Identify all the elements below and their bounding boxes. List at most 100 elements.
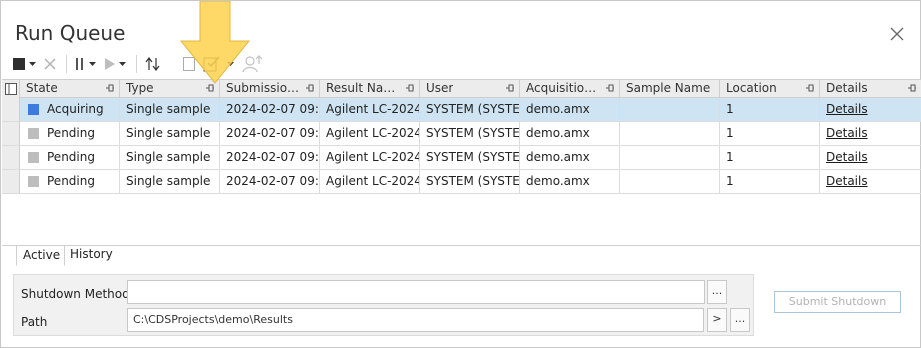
column-header-type[interactable]: Type xyxy=(120,80,220,98)
result-name-cell: Agilent LC-2024-... xyxy=(320,122,420,145)
state-cell: Pending xyxy=(20,122,120,145)
sample-name-cell xyxy=(620,98,720,121)
pause-button[interactable] xyxy=(75,53,96,75)
blank-doc-icon xyxy=(183,57,195,71)
pin-icon[interactable] xyxy=(505,83,515,93)
row-selector[interactable] xyxy=(2,98,20,121)
submission-cell: 2024-02-07 09:50... xyxy=(220,98,320,121)
submit-shutdown-button[interactable]: Submit Shutdown xyxy=(774,291,901,313)
acquisition-cell: demo.amx xyxy=(520,122,620,145)
tab-active[interactable]: Active xyxy=(16,245,65,266)
play-icon xyxy=(105,58,115,70)
checklist-icon xyxy=(203,56,220,72)
location-cell: 1 xyxy=(720,98,820,121)
new-document-button[interactable] xyxy=(183,53,195,75)
row-selector[interactable] xyxy=(2,122,20,145)
pin-icon[interactable] xyxy=(805,83,815,93)
pin-icon[interactable] xyxy=(605,83,615,93)
submission-cell: 2024-02-07 09:50... xyxy=(220,146,320,169)
details-link[interactable]: Details xyxy=(826,102,868,116)
sort-button[interactable] xyxy=(145,53,161,75)
state-cell: Acquiring xyxy=(20,98,120,121)
stop-button[interactable] xyxy=(13,53,36,75)
row-selector[interactable] xyxy=(2,170,20,193)
table-row[interactable]: Pending Single sample 2024-02-07 09:50..… xyxy=(2,122,921,146)
acquiring-status-icon xyxy=(28,104,39,115)
stop-icon xyxy=(13,58,25,70)
checklist-button[interactable] xyxy=(203,53,234,75)
type-cell: Single sample xyxy=(120,98,220,121)
acquisition-cell: demo.amx xyxy=(520,146,620,169)
column-header-sample-name[interactable]: Sample Name xyxy=(620,80,720,98)
column-chooser-button[interactable] xyxy=(2,80,20,98)
details-cell: Details xyxy=(820,122,921,145)
pin-icon[interactable] xyxy=(205,83,215,93)
location-cell: 1 xyxy=(720,170,820,193)
location-cell: 1 xyxy=(720,146,820,169)
column-header-acquisition[interactable]: Acquisition ... xyxy=(520,80,620,98)
user-upload-icon xyxy=(242,55,263,73)
location-cell: 1 xyxy=(720,122,820,145)
path-arrow-button[interactable]: > xyxy=(707,308,727,332)
result-name-cell: Agilent LC-2024-... xyxy=(320,170,420,193)
column-header-submission[interactable]: Submission ... xyxy=(220,80,320,98)
result-name-cell: Agilent LC-2024-... xyxy=(320,146,420,169)
table-row[interactable]: Acquiring Single sample 2024-02-07 09:50… xyxy=(2,98,921,122)
path-field[interactable]: C:\CDSProjects\demo\Results xyxy=(127,308,704,332)
table-row[interactable]: Pending Single sample 2024-02-07 09:50..… xyxy=(2,146,921,170)
details-link[interactable]: Details xyxy=(826,174,868,188)
pending-status-icon xyxy=(28,128,39,139)
path-browse-button[interactable]: ... xyxy=(730,308,750,332)
cancel-button[interactable] xyxy=(44,53,56,75)
column-header-state[interactable]: State xyxy=(20,80,120,98)
close-button[interactable] xyxy=(888,25,906,43)
queue-tabs: Active History xyxy=(2,245,921,266)
column-header-details[interactable]: Details xyxy=(820,80,921,98)
sample-name-cell xyxy=(620,122,720,145)
column-chooser-icon xyxy=(4,83,17,95)
shutdown-method-field[interactable] xyxy=(127,280,705,304)
run-queue-table: State Type Submission ... Result Name Us… xyxy=(2,79,921,194)
cancel-icon xyxy=(44,58,56,70)
state-cell: Pending xyxy=(20,146,120,169)
user-cell: SYSTEM (SYSTEM) xyxy=(420,170,520,193)
submission-cell: 2024-02-07 09:50... xyxy=(220,170,320,193)
column-header-result-name[interactable]: Result Name xyxy=(320,80,420,98)
toolbar xyxy=(13,53,272,75)
submission-cell: 2024-02-07 09:50... xyxy=(220,122,320,145)
details-cell: Details xyxy=(820,146,921,169)
acquisition-cell: demo.amx xyxy=(520,98,620,121)
table-row[interactable]: Pending Single sample 2024-02-07 09:50..… xyxy=(2,170,921,194)
state-cell: Pending xyxy=(20,170,120,193)
acquisition-cell: demo.amx xyxy=(520,170,620,193)
chevron-down-icon xyxy=(227,62,234,66)
tab-history[interactable]: History xyxy=(64,245,119,266)
resume-button[interactable] xyxy=(104,53,126,75)
details-link[interactable]: Details xyxy=(826,150,868,164)
shutdown-panel: Shutdown Method ... Path C:\CDSProjects\… xyxy=(13,274,754,336)
details-cell: Details xyxy=(820,170,921,193)
type-cell: Single sample xyxy=(120,170,220,193)
chevron-down-icon xyxy=(119,62,126,66)
result-name-cell: Agilent LC-2024-... xyxy=(320,98,420,121)
user-upload-button[interactable] xyxy=(242,53,264,75)
pin-icon[interactable] xyxy=(305,83,315,93)
type-cell: Single sample xyxy=(120,122,220,145)
pin-icon[interactable] xyxy=(405,83,415,93)
column-header-user[interactable]: User xyxy=(420,80,520,98)
sample-name-cell xyxy=(620,146,720,169)
row-selector[interactable] xyxy=(2,146,20,169)
details-link[interactable]: Details xyxy=(826,126,868,140)
pin-icon[interactable] xyxy=(907,83,917,93)
pause-icon xyxy=(76,58,83,70)
details-cell: Details xyxy=(820,98,921,121)
column-header-location[interactable]: Location xyxy=(720,80,820,98)
shutdown-method-label: Shutdown Method xyxy=(21,287,130,301)
close-icon xyxy=(890,27,904,41)
page-title: Run Queue xyxy=(15,21,126,45)
pin-icon[interactable] xyxy=(105,83,115,93)
shutdown-method-browse-button[interactable]: ... xyxy=(707,280,727,304)
path-label: Path xyxy=(21,315,48,329)
pending-status-icon xyxy=(28,152,39,163)
table-header: State Type Submission ... Result Name Us… xyxy=(2,79,921,98)
